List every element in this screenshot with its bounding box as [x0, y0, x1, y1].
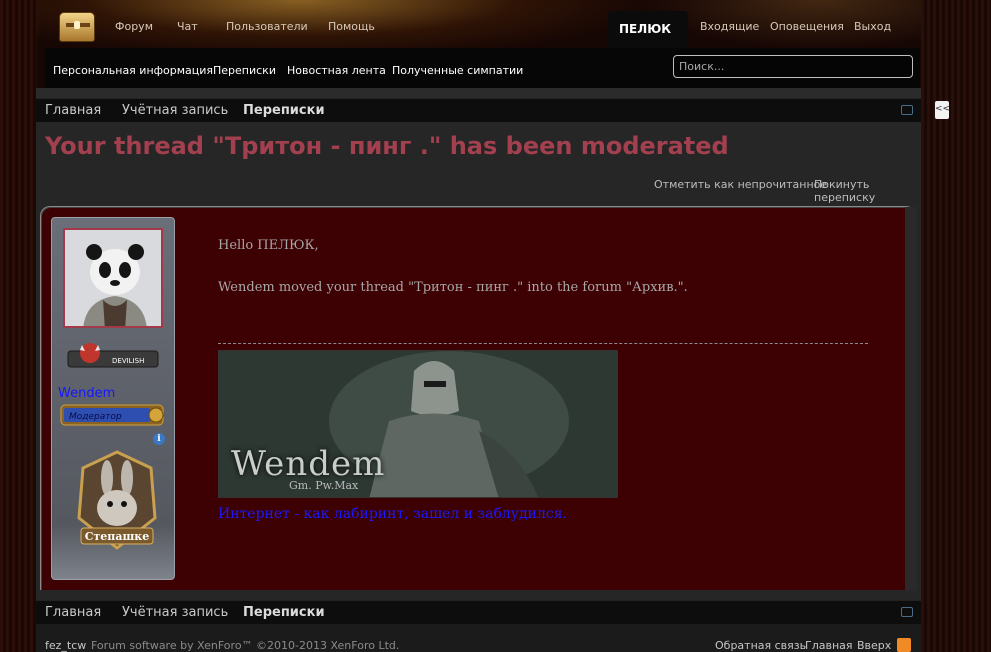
- breadcrumb-conversations[interactable]: Переписки: [243, 103, 325, 118]
- username[interactable]: Wendem: [58, 386, 115, 401]
- inbox-link[interactable]: Входящие: [700, 20, 759, 33]
- svg-text:DEVILISH: DEVILISH: [112, 357, 144, 365]
- subnav-conversations[interactable]: Переписки: [213, 64, 276, 77]
- logout-link[interactable]: Выход: [854, 20, 891, 33]
- rss-icon[interactable]: [897, 638, 911, 652]
- breadcrumb-account[interactable]: Учётная запись: [122, 103, 228, 118]
- signature-banner-name: Wendem: [231, 444, 386, 484]
- svg-text:Степашке: Степашке: [85, 530, 150, 543]
- panda-avatar-icon: [65, 230, 161, 326]
- moderator-badge: Модератор: [59, 402, 165, 428]
- content-panel: Your thread "Тритон - пинг ." has been m…: [36, 122, 921, 600]
- rank-badge: DEVILISH: [66, 341, 160, 371]
- breadcrumb-bottom: Главная Учётная запись Переписки: [36, 600, 921, 624]
- message-text: Wendem moved your thread "Тритон - пинг …: [218, 280, 688, 295]
- footer: fez_tcw Forum software by XenForo™ ©2010…: [36, 624, 921, 652]
- search-input[interactable]: [673, 55, 913, 78]
- footer-top-link[interactable]: Вверх: [857, 639, 891, 652]
- copyright-text: Forum software by XenForo™ ©2010-2013 Xe…: [91, 639, 400, 652]
- tab-users[interactable]: Пользователи: [226, 20, 308, 33]
- sub-navigation: Персональная информация Переписки Новост…: [45, 48, 920, 88]
- tab-forum[interactable]: Форум: [115, 20, 153, 33]
- breadcrumb-conversations[interactable]: Переписки: [243, 605, 325, 620]
- info-icon[interactable]: i: [153, 433, 165, 445]
- alerts-link[interactable]: Оповещения: [770, 20, 844, 33]
- jump-menu-icon[interactable]: [901, 607, 913, 617]
- subnav-personal-info[interactable]: Персональная информация: [53, 64, 213, 77]
- background-right: [921, 0, 991, 652]
- message-scroll-edge: [905, 207, 917, 591]
- avatar[interactable]: [63, 228, 163, 328]
- signature-banner: Wendem Gm. Pw.Max: [218, 350, 618, 498]
- user-card: DEVILISH Wendem Модератор i Степашке: [51, 217, 175, 580]
- award-badge: Степашке: [75, 448, 159, 552]
- leave-conversation-link[interactable]: Покинуть переписку: [814, 178, 921, 204]
- devil-icon: DEVILISH: [67, 343, 159, 368]
- breadcrumb-home[interactable]: Главная: [45, 103, 101, 118]
- collapse-sidebar-button[interactable]: <<: [935, 101, 950, 119]
- subnav-news-feed[interactable]: Новостная лента: [287, 64, 386, 77]
- page-title: Your thread "Тритон - пинг ." has been m…: [45, 132, 729, 160]
- breadcrumb-home[interactable]: Главная: [45, 605, 101, 620]
- user-tab[interactable]: ПЕЛЮК: [608, 11, 688, 48]
- rabbit-award-icon: Степашке: [77, 450, 157, 550]
- message: DEVILISH Wendem Модератор i Степашке Hel…: [40, 206, 917, 591]
- message-body: DEVILISH Wendem Модератор i Степашке Hel…: [42, 208, 906, 590]
- message-greeting: Hello ПЕЛЮК,: [218, 238, 319, 253]
- signature-banner-sub: Gm. Pw.Max: [289, 479, 359, 492]
- background-left: [0, 0, 36, 652]
- footer-home-link[interactable]: Главная: [805, 639, 853, 652]
- tab-chat[interactable]: Чат: [177, 20, 198, 33]
- svg-text:Модератор: Модератор: [69, 412, 122, 422]
- signature-text: Интернет - как лабиринт, зашел и заблуди…: [218, 506, 568, 522]
- subnav-likes-received[interactable]: Полученные симпатии: [392, 64, 523, 77]
- mark-unread-link[interactable]: Отметить как непрочитанное: [654, 178, 827, 191]
- style-chooser-link[interactable]: fez_tcw: [45, 639, 86, 652]
- signature-separator: [218, 343, 868, 344]
- jump-menu-icon[interactable]: [901, 105, 913, 115]
- footer-feedback-link[interactable]: Обратная связь: [715, 639, 806, 652]
- tab-help[interactable]: Помощь: [328, 20, 375, 33]
- breadcrumb: Главная Учётная запись Переписки: [36, 98, 921, 122]
- separator-strip: [36, 88, 921, 98]
- breadcrumb-account[interactable]: Учётная запись: [122, 605, 228, 620]
- forum-logo-icon[interactable]: [59, 12, 95, 42]
- top-navigation: Форум Чат Пользователи Помощь ПЕЛЮК Вход…: [45, 8, 920, 48]
